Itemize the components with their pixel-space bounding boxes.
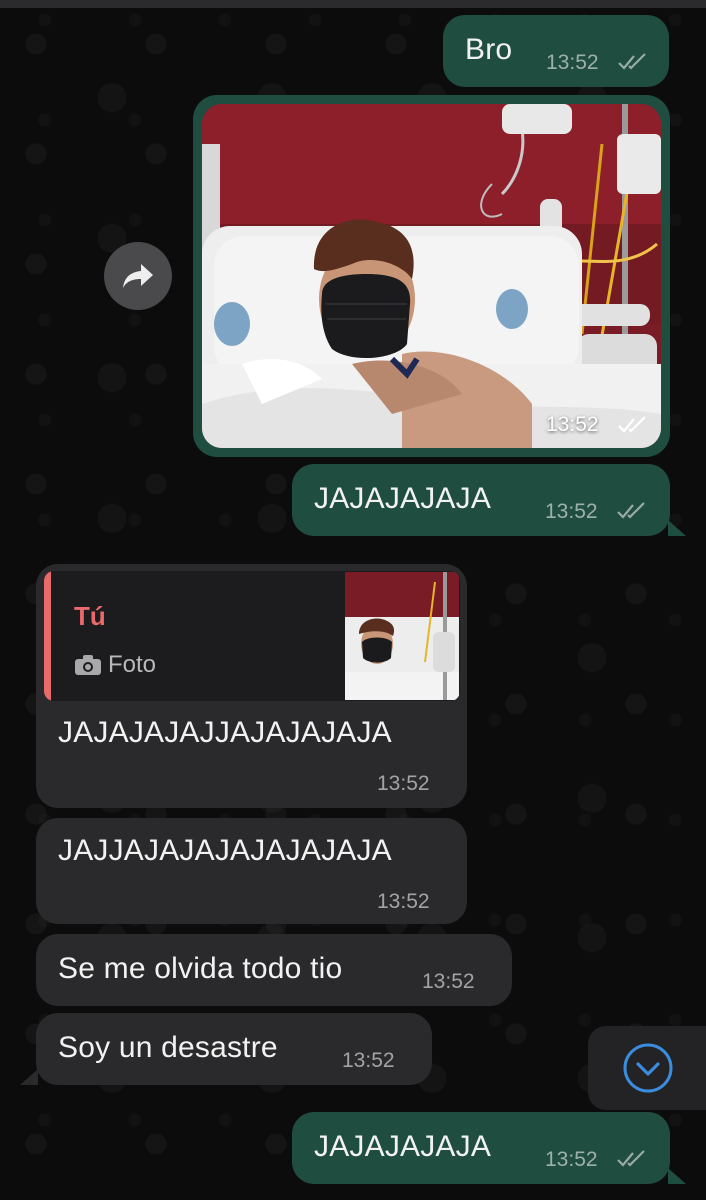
- hospital-selfie-image: [202, 104, 661, 448]
- message-time: 13:52: [377, 890, 430, 913]
- incoming-message[interactable]: Se me olvida todo tio 13:52: [36, 934, 512, 1006]
- hospital-photo[interactable]: [202, 104, 661, 448]
- photo-time: 13:52: [546, 413, 599, 436]
- chevron-down-icon: [623, 1043, 673, 1093]
- double-check-icon: [617, 502, 645, 519]
- scroll-to-bottom-button[interactable]: [588, 1026, 706, 1110]
- reply-author: Tú: [74, 601, 106, 631]
- double-check-icon: [618, 53, 646, 70]
- forward-arrow-icon: [123, 264, 153, 288]
- bubble-tail: [668, 520, 686, 536]
- message-text: JAJAJAJAJA: [314, 1130, 492, 1163]
- quoted-reply[interactable]: Tú Foto: [44, 571, 460, 701]
- double-check-icon: [618, 416, 646, 433]
- reply-photo-thumbnail: [345, 572, 459, 700]
- incoming-message[interactable]: JAJJAJAJAJAJAJAJAJA 13:52: [36, 818, 467, 924]
- message-text: JAJAJAJAJA: [314, 482, 492, 515]
- forward-button[interactable]: [104, 242, 172, 310]
- camera-icon: [75, 655, 101, 675]
- double-check-icon: [617, 1150, 645, 1167]
- message-time: 13:52: [377, 772, 430, 795]
- message-time: 13:52: [422, 970, 475, 993]
- message-time: 13:52: [546, 51, 599, 74]
- message-text: Se me olvida todo tio: [58, 952, 343, 985]
- message-text: JAJJAJAJAJAJAJAJAJA: [58, 834, 392, 867]
- outgoing-message[interactable]: JAJAJAJAJA 13:52: [292, 464, 670, 536]
- incoming-reply-message[interactable]: Tú Foto JAJAJAJAJJAJAJAJAJA 13:52: [36, 564, 467, 808]
- message-time: 13:52: [342, 1049, 395, 1072]
- incoming-message[interactable]: Soy un desastre 13:52: [36, 1013, 432, 1085]
- message-text: Bro: [465, 33, 513, 66]
- message-text: Soy un desastre: [58, 1031, 278, 1064]
- reply-accent-bar: [44, 571, 51, 701]
- bubble-tail: [668, 1168, 686, 1184]
- outgoing-photo-message[interactable]: 13:52: [193, 95, 670, 457]
- outgoing-message[interactable]: Bro 13:52: [443, 15, 669, 87]
- outgoing-message[interactable]: JAJAJAJAJA 13:52: [292, 1112, 670, 1184]
- top-bar-edge: [0, 0, 706, 8]
- reply-label: Foto: [108, 651, 157, 678]
- message-text: JAJAJAJAJJAJAJAJAJA: [58, 716, 392, 749]
- bubble-tail: [20, 1069, 38, 1085]
- message-time: 13:52: [545, 1148, 598, 1171]
- message-time: 13:52: [545, 500, 598, 523]
